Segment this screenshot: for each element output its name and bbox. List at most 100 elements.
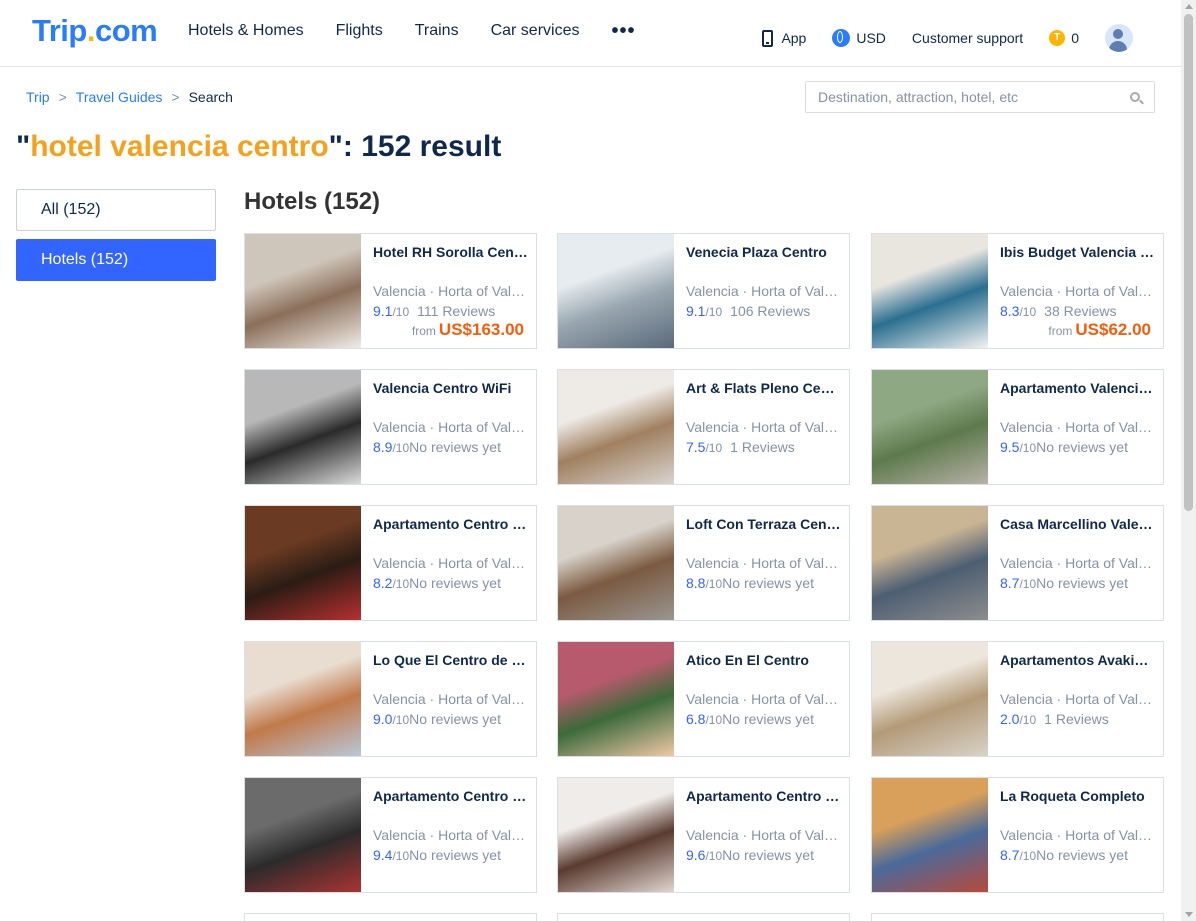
logo-text-trip: Trip [32, 13, 87, 48]
rating-score: 8.2 [373, 575, 393, 591]
hotel-card[interactable]: Apartamento Centro Ciudad Valencia · Hort… [244, 777, 537, 893]
hotel-card[interactable]: Valencia Centro WiFi Valencia · Horta of … [244, 369, 537, 485]
breadcrumb-search: Search [188, 89, 233, 105]
app-label: App [781, 30, 807, 46]
hotel-card-partial[interactable] [244, 913, 537, 921]
hotel-card[interactable]: Ibis Budget Valencia Centro Valencia · Ho… [871, 233, 1164, 349]
hotel-location: Valencia · Horta of Valencia [373, 283, 528, 299]
header-right: App USD Customer support T 0 [762, 24, 1133, 52]
hotel-card[interactable]: Apartamento Valencia Centro Valencia · Ho… [871, 369, 1164, 485]
hotel-name[interactable]: Lo Que El Centro de Valencia [373, 652, 528, 668]
hotel-name[interactable]: Valencia Centro WiFi [373, 380, 528, 396]
customer-support-link[interactable]: Customer support [912, 30, 1023, 46]
rating-denominator: /10 [1019, 713, 1037, 727]
rating-score: 9.1 [373, 303, 393, 319]
hotel-name[interactable]: Apartamento Centro Valencia [373, 516, 528, 532]
hotel-photo[interactable] [872, 370, 988, 484]
user-avatar-icon[interactable] [1105, 24, 1133, 52]
hotel-name[interactable]: Apartamento Valencia Centro [1000, 380, 1155, 396]
hotel-rating: 8.7/10No reviews yet [1000, 847, 1128, 863]
hotel-card-partial[interactable] [557, 913, 850, 921]
hotel-name[interactable]: Art & Flats Pleno Centro [686, 380, 841, 396]
hotel-name[interactable]: Ibis Budget Valencia Centro [1000, 244, 1155, 260]
hotel-location: Valencia · Horta of Valencia [373, 691, 528, 707]
rating-denominator: /10 [392, 305, 410, 319]
hotel-card[interactable]: Art & Flats Pleno Centro Valencia · Horta… [557, 369, 850, 485]
breadcrumb-travel-guides[interactable]: Travel Guides [76, 89, 163, 105]
nav-hotels-homes[interactable]: Hotels & Homes [188, 22, 304, 40]
search-icon[interactable] [1130, 92, 1140, 102]
hotel-photo[interactable] [245, 642, 361, 756]
currency-selector[interactable]: USD [832, 29, 886, 47]
nav-car-services[interactable]: Car services [491, 22, 580, 40]
app-link[interactable]: App [762, 29, 807, 47]
chevron-right-icon: > [58, 89, 67, 105]
rating-denominator: /10 [1019, 441, 1037, 455]
hotel-card[interactable]: Apartamentos Avakin Centro Valencia · Hor… [871, 641, 1164, 757]
rating-score: 9.1 [686, 303, 706, 319]
hotel-photo[interactable] [558, 506, 674, 620]
scroll-down-arrow-icon[interactable] [1185, 912, 1193, 917]
hotel-photo[interactable] [558, 370, 674, 484]
hotel-name[interactable]: La Roqueta Completo [1000, 788, 1155, 804]
rating-score: 9.5 [1000, 439, 1020, 455]
hotel-name[interactable]: Apartamento Centro Historico [686, 788, 841, 804]
trip-coins[interactable]: T 0 [1049, 30, 1079, 46]
hotel-photo[interactable] [558, 778, 674, 892]
hotel-location: Valencia · Horta of Valencia [686, 283, 841, 299]
hotel-photo[interactable] [558, 642, 674, 756]
search-keyword: hotel valencia centro [30, 130, 329, 163]
hotel-location: Valencia · Horta of Valencia [1000, 827, 1155, 843]
filter-hotels-button[interactable]: Hotels (152) [16, 239, 216, 281]
hotel-name[interactable]: Casa Marcellino Valencia [1000, 516, 1155, 532]
hotel-card[interactable]: Hotel RH Sorolla Centro Valencia · Horta … [244, 233, 537, 349]
hotel-rating: 9.1/10 111 Reviews [373, 303, 495, 319]
search-input[interactable] [818, 82, 1118, 112]
hotel-photo[interactable] [245, 370, 361, 484]
breadcrumb-trip[interactable]: Trip [26, 89, 50, 105]
hotel-card[interactable]: Apartamento Centro Historico Valencia · H… [557, 777, 850, 893]
hotel-photo[interactable] [872, 506, 988, 620]
coin-icon: T [1049, 30, 1066, 46]
hotel-card[interactable]: La Roqueta Completo Valencia · Horta of V… [871, 777, 1164, 893]
nav-trains[interactable]: Trains [415, 22, 459, 40]
hotel-photo[interactable] [872, 778, 988, 892]
hotel-location: Valencia · Horta of Valencia [373, 827, 528, 843]
hotel-rating: 8.9/10No reviews yet [373, 439, 501, 455]
hotel-card[interactable]: Loft Con Terraza Centro Valencia · Horta … [557, 505, 850, 621]
review-count: 1 Reviews [730, 439, 795, 455]
hotel-card[interactable]: Lo Que El Centro de Valencia Valencia · H… [244, 641, 537, 757]
hotel-name[interactable]: Apartamentos Avakin Centro [1000, 652, 1155, 668]
nav-flights[interactable]: Flights [336, 22, 383, 40]
hotel-name[interactable]: Atico En El Centro [686, 652, 841, 668]
scroll-up-arrow-icon[interactable] [1185, 4, 1193, 9]
hotel-card[interactable]: Atico En El Centro Valencia · Horta of Va… [557, 641, 850, 757]
rating-denominator: /10 [392, 713, 410, 727]
filter-all-button[interactable]: All (152) [16, 189, 216, 231]
hotel-name[interactable]: Venecia Plaza Centro [686, 244, 841, 260]
hotel-rating: 2.0/10 1 Reviews [1000, 711, 1109, 727]
more-icon[interactable]: ••• [611, 21, 635, 41]
scrollbar-thumb[interactable] [1184, 14, 1193, 511]
hotel-card[interactable]: Casa Marcellino Valencia Valencia · Horta… [871, 505, 1164, 621]
hotel-photo[interactable] [558, 234, 674, 348]
review-count: 106 Reviews [730, 303, 811, 319]
price-from: from [411, 324, 436, 338]
hotel-photo[interactable] [872, 642, 988, 756]
hotel-card[interactable]: Venecia Plaza Centro Valencia · Horta of … [557, 233, 850, 349]
hotel-name[interactable]: Apartamento Centro Ciudad [373, 788, 528, 804]
trip-logo[interactable]: Trip.com [32, 13, 158, 49]
hotel-name[interactable]: Loft Con Terraza Centro [686, 516, 841, 532]
hotel-card[interactable]: Apartamento Centro Valencia Valencia · Ho… [244, 505, 537, 621]
hotel-photo[interactable] [245, 778, 361, 892]
hotel-photo[interactable] [872, 234, 988, 348]
hotel-photo[interactable] [245, 234, 361, 348]
scrollbar[interactable] [1181, 0, 1196, 921]
hotel-card-partial[interactable] [871, 913, 1164, 921]
hotel-rating: 8.3/10 38 Reviews [1000, 303, 1117, 319]
hotel-name[interactable]: Hotel RH Sorolla Centro [373, 244, 528, 260]
rating-denominator: /10 [392, 849, 410, 863]
hotel-location: Valencia · Horta of Valencia [1000, 283, 1155, 299]
review-count: No reviews yet [409, 847, 501, 863]
hotel-photo[interactable] [245, 506, 361, 620]
